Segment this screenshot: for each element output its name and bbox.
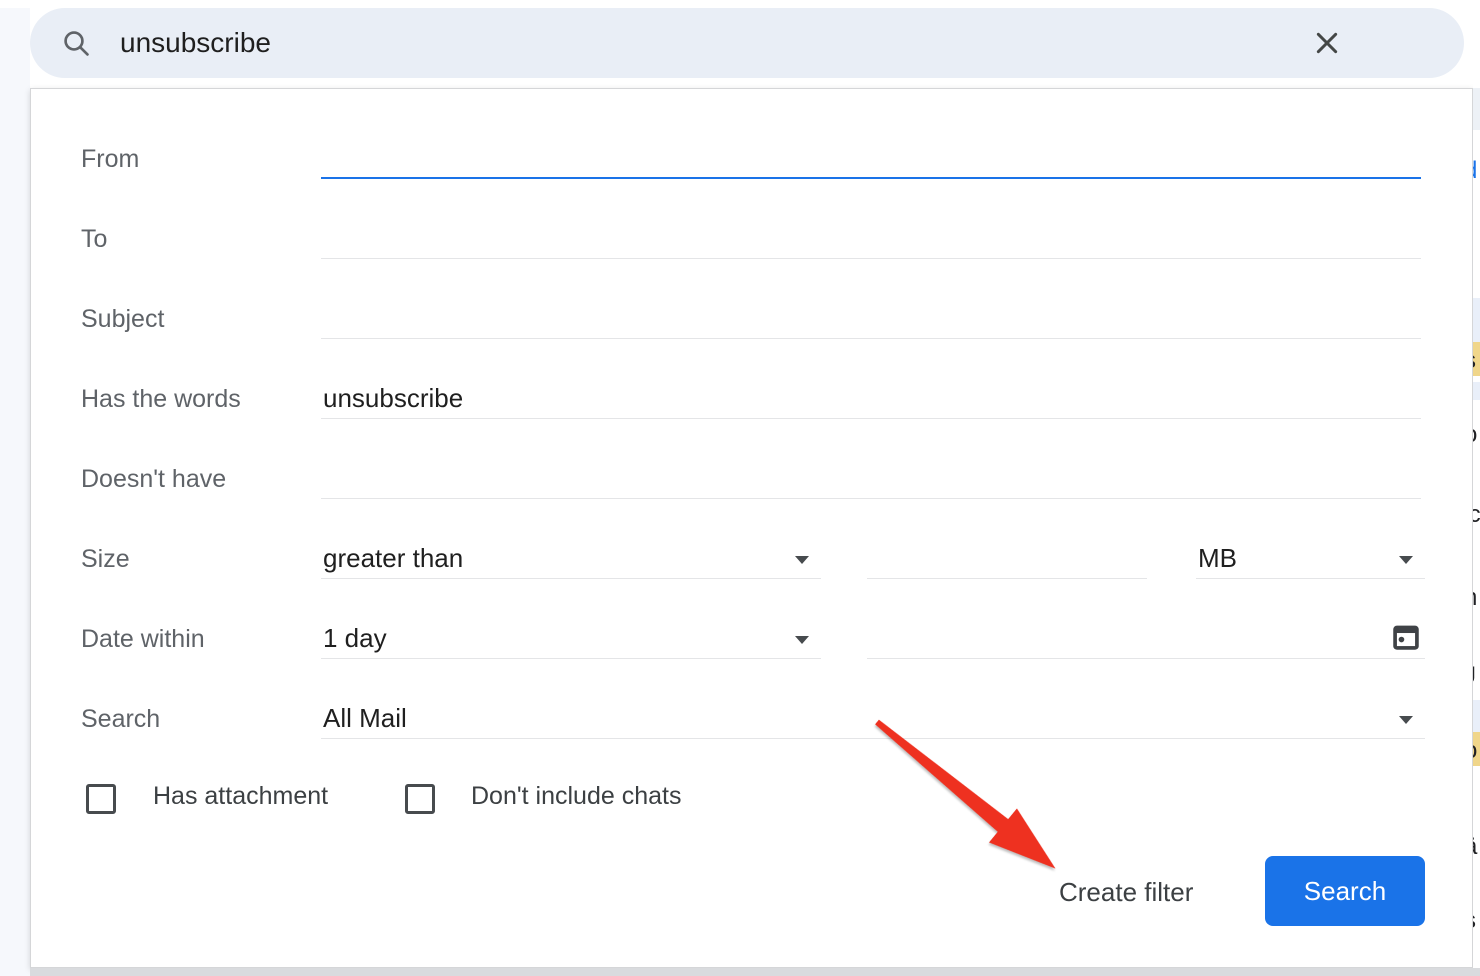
page-left-gutter — [0, 0, 30, 976]
to-label: To — [81, 224, 107, 254]
edge-row-tint — [1473, 382, 1480, 400]
size-unit-value: MB — [1196, 543, 1237, 574]
edge-fragment: n — [1473, 585, 1477, 611]
edge-fragment: d — [1473, 158, 1477, 184]
search-button[interactable]: Search — [1265, 856, 1425, 926]
edge-fragment: ä — [1473, 834, 1477, 860]
calendar-icon[interactable] — [1389, 619, 1423, 655]
edge-fragment: s — [1473, 908, 1476, 934]
subject-label: Subject — [81, 304, 164, 334]
has-attachment-label: Has attachment — [153, 781, 328, 811]
has-words-input[interactable] — [321, 379, 1421, 419]
from-input[interactable] — [321, 139, 1421, 179]
search-bar[interactable] — [30, 8, 1464, 78]
advanced-search-panel: From To Subject Has the words Doesn't ha… — [30, 88, 1473, 968]
size-label: Size — [81, 544, 130, 574]
dont-include-chats-checkbox[interactable] — [405, 784, 435, 814]
from-label: From — [81, 144, 139, 174]
size-operator-select[interactable]: greater than — [321, 539, 821, 579]
search-scope-value: All Mail — [321, 703, 407, 734]
doesnt-have-label: Doesn't have — [81, 464, 226, 494]
subject-input[interactable] — [321, 299, 1421, 339]
edge-strip: d s o 'c n Jo ä s — [1473, 0, 1480, 976]
to-input[interactable] — [321, 219, 1421, 259]
edge-fragment: 'c — [1473, 502, 1480, 528]
edge-fragment: s — [1473, 348, 1476, 374]
page-bottom-bar — [30, 968, 1480, 976]
doesnt-have-input[interactable] — [321, 459, 1421, 499]
chevron-down-icon — [795, 556, 809, 564]
chevron-down-icon — [795, 636, 809, 644]
has-words-label: Has the words — [81, 384, 241, 414]
create-filter-button[interactable]: Create filter — [1059, 877, 1193, 908]
search-icon[interactable] — [60, 27, 92, 59]
close-icon[interactable] — [1311, 27, 1343, 59]
dont-include-chats-label: Don't include chats — [471, 781, 681, 811]
search-scope-select[interactable]: All Mail — [321, 699, 1425, 739]
chevron-down-icon — [1399, 716, 1413, 724]
page-top-margin — [0, 0, 1480, 8]
edge-fragment: o — [1473, 422, 1477, 448]
date-within-value: 1 day — [321, 623, 387, 654]
edge-row-tint — [1473, 298, 1480, 346]
edge-row-tint — [1473, 700, 1480, 736]
chevron-down-icon — [1399, 556, 1413, 564]
search-scope-label: Search — [81, 704, 160, 734]
size-unit-select[interactable]: MB — [1196, 539, 1425, 579]
date-input[interactable] — [867, 619, 1425, 659]
edge-fragment: J — [1473, 663, 1476, 689]
date-within-select[interactable]: 1 day — [321, 619, 821, 659]
has-attachment-checkbox[interactable] — [86, 784, 116, 814]
size-operator-value: greater than — [321, 543, 463, 574]
search-input[interactable] — [118, 26, 1222, 60]
edge-row-tint — [1473, 88, 1480, 130]
date-within-label: Date within — [81, 624, 205, 654]
edge-fragment: o — [1473, 738, 1477, 764]
size-amount-input[interactable] — [867, 539, 1147, 579]
